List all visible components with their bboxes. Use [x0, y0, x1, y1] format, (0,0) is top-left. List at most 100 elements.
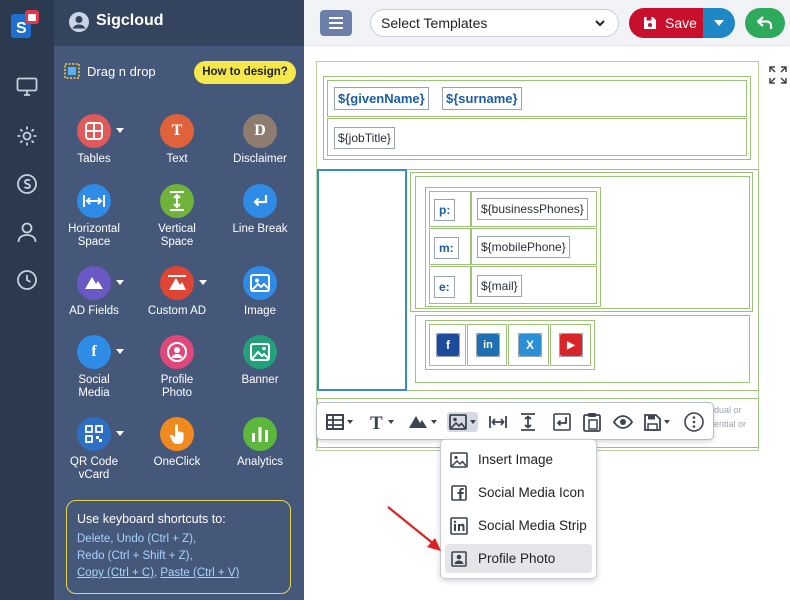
tool-label: Profile Photo [160, 374, 194, 399]
disclaimer-icon: D [243, 114, 277, 148]
template-select[interactable]: Select Templates [370, 9, 619, 37]
phone-label[interactable]: p: [434, 199, 456, 221]
text-tool[interactable]: T [369, 412, 394, 432]
more-vertical-icon [684, 412, 704, 432]
mail-field[interactable]: ${mail} [477, 275, 522, 297]
tool-label: OneClick [153, 456, 201, 468]
menu-item-social-media-strip[interactable]: Social Media Strip [445, 511, 592, 540]
horizontal-space-icon [77, 184, 111, 218]
shortcut-line-2: Redo (Ctrl + Shift + Z), [77, 550, 193, 562]
tool-banner[interactable]: Banner [220, 335, 300, 387]
tool-analytics[interactable]: Analytics [220, 417, 300, 469]
svg-text:S: S [16, 20, 27, 37]
tool-qr-code-vcard[interactable]: QR Code vCard [54, 417, 134, 482]
vertical-space-icon [160, 184, 194, 218]
menu-item-social-media-icon[interactable]: Social Media Icon [445, 478, 592, 507]
social-media-icon: f [77, 335, 111, 369]
analytics-icon [243, 417, 277, 451]
facebook-icon[interactable]: f [437, 334, 459, 356]
caret-down-icon[interactable] [116, 431, 124, 436]
ad-fields-tool[interactable] [408, 412, 437, 432]
sigcloud-logo[interactable]: S [11, 8, 41, 38]
user-icon[interactable] [14, 219, 40, 245]
save-dropdown-button[interactable] [703, 8, 735, 38]
more-tool[interactable] [684, 412, 704, 432]
tool-label: Horizontal Space [68, 223, 120, 248]
mobile-label[interactable]: m: [434, 237, 459, 259]
line-break-icon [553, 413, 571, 431]
caret-down-icon[interactable] [116, 349, 124, 354]
vertical-space-tool[interactable] [520, 412, 536, 432]
save-button[interactable]: Save [629, 8, 705, 38]
menu-button[interactable] [320, 10, 352, 36]
signature-layout[interactable]: ${givenName} ${surname} ${jobTitle} p: $… [316, 61, 759, 451]
menu-item-insert-image[interactable]: Insert Image [445, 445, 592, 474]
vertical-space-icon [521, 413, 535, 431]
save-block-tool[interactable] [644, 412, 670, 432]
email-label[interactable]: e: [434, 276, 455, 298]
table-tool[interactable] [326, 412, 353, 432]
image-tool[interactable] [447, 412, 478, 432]
tool-text[interactable]: T Text [137, 114, 217, 166]
x-icon[interactable]: X [519, 334, 541, 356]
shortcuts-title: Use keyboard shortcuts to: [77, 512, 226, 526]
save-label: Save [665, 15, 697, 31]
gear-icon[interactable] [14, 123, 40, 149]
tool-social-media[interactable]: f Social Media [54, 335, 134, 400]
disclaimer-line: ential or [714, 419, 747, 429]
clipboard-icon [583, 413, 601, 432]
tool-label: Social Media [78, 374, 110, 399]
shortcut-paste: Paste (Ctrl + V) [160, 567, 240, 579]
preview-tool[interactable] [613, 412, 633, 432]
tool-tables[interactable]: Tables [54, 114, 134, 166]
tool-label: Analytics [236, 456, 284, 468]
expand-icon[interactable] [769, 66, 787, 84]
signature-icon[interactable] [14, 171, 40, 197]
caret-down-icon[interactable] [116, 128, 124, 133]
account-icon[interactable] [68, 11, 90, 33]
job-title-field[interactable]: ${jobTitle} [334, 127, 395, 149]
panel-header: Drag n drop How to design? [54, 46, 304, 92]
caret-down-icon[interactable] [199, 280, 207, 285]
custom-ad-icon [160, 266, 194, 300]
tool-profile-photo[interactable]: Profile Photo [137, 335, 217, 400]
horizontal-space-tool[interactable] [489, 412, 507, 432]
image-icon [449, 414, 467, 430]
disclaimer-text: dual or ential or [714, 403, 746, 431]
surname-field[interactable]: ${surname} [442, 87, 522, 110]
linkedin-icon[interactable]: in [477, 334, 499, 356]
tool-image[interactable]: Image [220, 266, 300, 318]
youtube-icon[interactable]: ▶ [560, 334, 582, 356]
tool-horizontal-space[interactable]: Horizontal Space [54, 184, 134, 249]
tool-oneclick[interactable]: OneClick [137, 417, 217, 469]
photo-cell[interactable] [317, 169, 407, 391]
tool-custom-ad[interactable]: Custom AD [137, 266, 217, 318]
line-break-tool[interactable] [553, 412, 571, 432]
text-icon: T [160, 114, 194, 148]
how-to-design-button[interactable]: How to design? [194, 61, 296, 84]
paste-tool[interactable] [583, 412, 601, 432]
caret-down-icon[interactable] [116, 280, 124, 285]
ad-fields-icon [77, 266, 111, 300]
tool-label: QR Code vCard [70, 456, 118, 481]
back-button[interactable] [745, 8, 785, 38]
left-rail: S [0, 0, 54, 600]
tool-label: Banner [241, 374, 279, 386]
svg-text:T: T [370, 413, 383, 431]
given-name-field[interactable]: ${givenName} [334, 87, 429, 110]
floppy-icon [644, 17, 656, 29]
caret-down-icon [714, 20, 724, 26]
tool-ad-fields[interactable]: AD Fields [54, 266, 134, 318]
tool-label: Custom AD [147, 305, 207, 317]
history-icon[interactable] [14, 267, 40, 293]
monitor-icon[interactable] [14, 74, 40, 100]
tool-line-break[interactable]: Line Break [220, 184, 300, 236]
mobile-phone-field[interactable]: ${mobilePhone} [477, 236, 570, 258]
menu-item-profile-photo[interactable]: Profile Photo [445, 544, 592, 573]
image-icon [243, 266, 277, 300]
top-toolbar: Select Templates Save [304, 0, 790, 46]
tool-disclaimer[interactable]: D Disclaimer [220, 114, 300, 166]
tool-vertical-space[interactable]: Vertical Space [137, 184, 217, 249]
panel-title: Drag n drop [87, 64, 156, 79]
business-phone-field[interactable]: ${businessPhones} [477, 198, 588, 220]
